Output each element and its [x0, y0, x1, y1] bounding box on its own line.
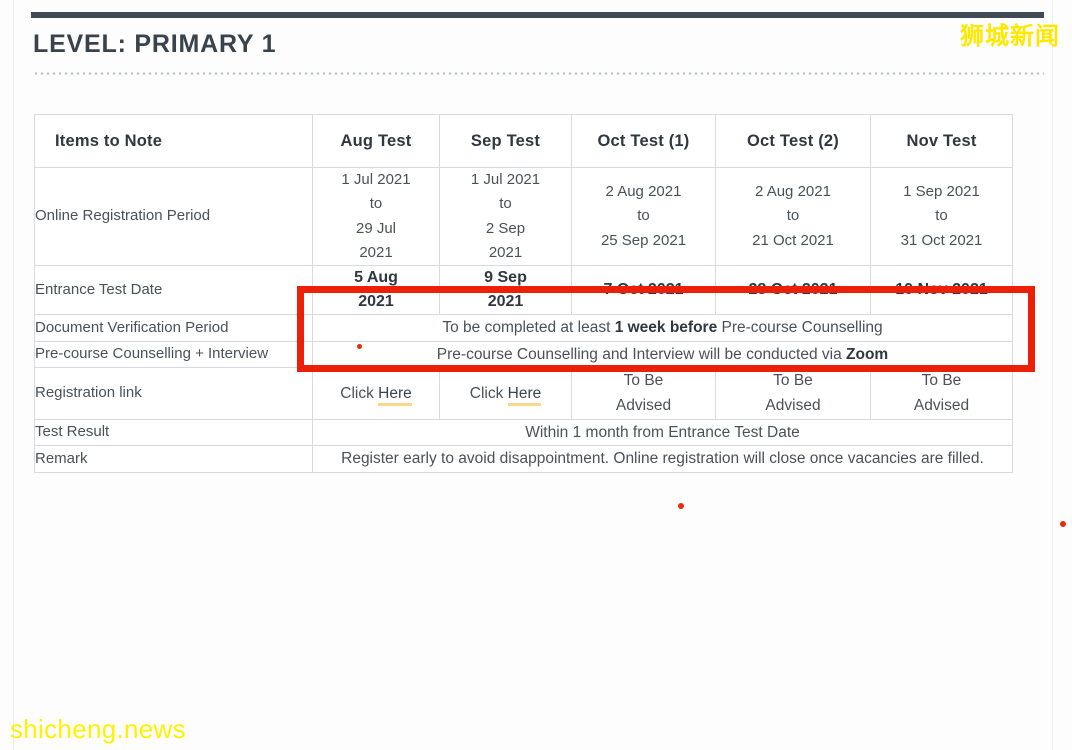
date-line: 25 Sep 2021 — [600, 231, 687, 249]
header-nov-test: Nov Test — [870, 114, 1013, 168]
red-annotation-dot — [357, 344, 362, 349]
row-label-online-registration-period: Online Registration Period — [34, 166, 313, 267]
cell-registration-link-oct1: To Be Advised — [571, 367, 716, 420]
dotted-divider — [33, 72, 1044, 75]
tba-line: Advised — [765, 397, 821, 415]
date-line: to — [637, 207, 650, 225]
tba-line: To Be — [773, 372, 813, 390]
date-line: 21 Oct 2021 — [752, 231, 834, 249]
watermark-top-right: 狮城新闻 — [960, 23, 1060, 50]
row-label-remark: Remark — [34, 445, 313, 473]
registration-link-aug[interactable]: Here — [378, 384, 412, 406]
tba-line: Advised — [913, 397, 970, 415]
cell-registration-link-oct2: To Be Advised — [715, 367, 871, 420]
table-row: Online Registration Period 1 Jul 2021 to… — [34, 166, 1013, 267]
text-prefix: To be completed at least — [442, 319, 615, 337]
watermark-bottom-left: shicheng.news — [10, 714, 186, 744]
date-line: 1 Sep 2021 — [903, 183, 980, 201]
cell-precourse-counselling-text: Pre-course Counselling and Interview wil… — [312, 340, 1013, 369]
date-line: to — [935, 207, 948, 225]
date-line: 2021 — [359, 243, 393, 261]
row-label-precourse-counselling-interview: Pre-course Counselling + Interview — [34, 340, 313, 369]
page-gutter-left — [13, 0, 14, 750]
table-header-row: Items to Note Aug Test Sep Test Oct Test… — [34, 114, 1013, 168]
date-line: 2 Aug 2021 — [755, 183, 831, 201]
cell-registration-oct2: 2 Aug 2021 to 21 Oct 2021 — [715, 166, 871, 267]
cell-registration-link-aug: Click Here — [312, 367, 440, 420]
row-label-entrance-test-date: Entrance Test Date — [34, 265, 313, 316]
date-line: 9 Sep — [484, 269, 527, 287]
header-aug-test: Aug Test — [312, 114, 440, 168]
table-row: Test Result Within 1 month from Entrance… — [34, 418, 1013, 447]
cell-entrance-oct2: 28 Oct 2021 — [715, 265, 871, 316]
text-prefix: Pre-course Counselling and Interview wil… — [436, 345, 847, 363]
table-row: Entrance Test Date 5 Aug 2021 9 Sep 2021… — [34, 265, 1013, 316]
cell-document-verification-text: To be completed at least 1 week before P… — [312, 314, 1013, 342]
cell-registration-sep: 1 Jul 2021 to 2 Sep 2021 — [439, 166, 572, 267]
page-gutter-right — [1052, 0, 1053, 750]
schedule-table-wrapper: Items to Note Aug Test Sep Test Oct Test… — [34, 114, 1013, 473]
remark-line-1: Register early to avoid disappointment. … — [341, 450, 844, 468]
table-row: Registration link Click Here Click Here … — [34, 367, 1013, 420]
date-line: 2021 — [358, 293, 394, 311]
row-label-test-result: Test Result — [34, 418, 313, 447]
page-title: LEVEL: PRIMARY 1 — [33, 30, 277, 58]
cell-registration-aug: 1 Jul 2021 to 29 Jul 2021 — [312, 166, 440, 267]
registration-link-sep[interactable]: Here — [507, 384, 542, 406]
header-items-to-note: Items to Note — [34, 114, 313, 168]
date-line: 29 Jul — [355, 219, 397, 237]
click-prefix: Click — [340, 384, 379, 402]
cell-entrance-sep: 9 Sep 2021 — [439, 265, 572, 316]
cell-entrance-aug: 5 Aug 2021 — [312, 265, 440, 316]
cell-test-result-text: Within 1 month from Entrance Test Date — [312, 418, 1013, 447]
cell-registration-link-nov: To Be Advised — [870, 367, 1013, 420]
cell-entrance-nov: 10 Nov 2021 — [870, 265, 1013, 316]
date-line: 1 Jul 2021 — [341, 171, 411, 188]
row-label-document-verification-period: Document Verification Period — [34, 314, 313, 342]
schedule-table: Items to Note Aug Test Sep Test Oct Test… — [34, 114, 1013, 473]
date-line: to — [369, 195, 383, 213]
text-suffix: Pre-course Counselling — [717, 319, 883, 337]
header-sep-test: Sep Test — [439, 114, 572, 168]
date-line: 2021 — [488, 243, 523, 261]
red-annotation-dot — [1060, 521, 1066, 527]
date-line: to — [786, 207, 800, 225]
cell-entrance-oct1: 7 Oct 2021 — [571, 265, 716, 316]
header-oct-test-1: Oct Test (1) — [571, 114, 716, 168]
text-emphasis: 1 week before — [614, 319, 718, 337]
tba-line: To Be — [623, 372, 664, 390]
page-canvas: LEVEL: PRIMARY 1 Items to Note Aug Test … — [0, 0, 1072, 750]
table-row: Remark Register early to avoid disappoin… — [34, 445, 1013, 473]
cell-registration-nov: 1 Sep 2021 to 31 Oct 2021 — [870, 166, 1013, 267]
top-accent-rule — [31, 12, 1044, 18]
date-line: 31 Oct 2021 — [900, 231, 983, 249]
remark-line-2: vacancies are filled. — [847, 450, 984, 468]
text-emphasis: Zoom — [846, 345, 889, 363]
header-oct-test-2: Oct Test (2) — [715, 114, 871, 168]
red-annotation-dot — [678, 503, 684, 509]
click-prefix: Click — [469, 384, 508, 402]
date-line: 2 Aug 2021 — [605, 183, 682, 201]
cell-remark-text: Register early to avoid disappointment. … — [312, 445, 1013, 473]
tba-line: Advised — [615, 397, 672, 415]
date-line: to — [499, 195, 512, 213]
date-line: 2021 — [487, 293, 524, 311]
date-line: 2 Sep — [485, 219, 526, 237]
row-label-registration-link: Registration link — [34, 367, 313, 420]
tba-line: To Be — [921, 372, 962, 390]
table-row: Document Verification Period To be compl… — [34, 314, 1013, 342]
date-line: 5 Aug — [354, 269, 398, 287]
cell-registration-oct1: 2 Aug 2021 to 25 Sep 2021 — [571, 166, 716, 267]
cell-registration-link-sep: Click Here — [439, 367, 572, 420]
date-line: 1 Jul 2021 — [470, 171, 541, 188]
table-row: Pre-course Counselling + Interview Pre-c… — [34, 340, 1013, 369]
